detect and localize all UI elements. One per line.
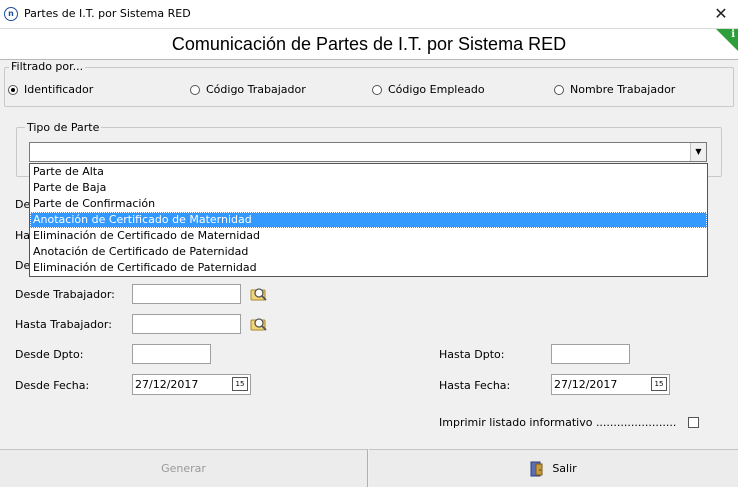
hasta-trabajador-input[interactable] [132,314,241,334]
calendar-icon[interactable]: 15 [232,377,248,391]
tipo-parte-dropdown-list[interactable]: Parte de Alta Parte de Baja Parte de Con… [29,163,708,277]
info-glyph: i [731,29,735,40]
search-icon[interactable] [250,316,268,332]
window-title: Partes de I.T. por Sistema RED [24,7,191,20]
tipo-parte-combobox[interactable]: ▼ [29,142,707,162]
radio-button[interactable] [190,84,200,95]
generar-button[interactable]: Generar [0,449,368,487]
exit-door-icon [530,461,543,476]
calendar-icon[interactable]: 15 [651,377,667,391]
date-value: 27/12/2017 [135,378,199,391]
radio-label: Código Empleado [388,83,485,96]
tipo-parte-legend: Tipo de Parte [25,121,102,134]
page-title: Comunicación de Partes de I.T. por Siste… [171,34,567,54]
header-band: Comunicación de Partes de I.T. por Siste… [0,28,738,60]
radio-label: Nombre Trabajador [570,83,676,96]
close-button[interactable]: ✕ [704,0,738,28]
hasta-dpto-input[interactable] [551,344,630,364]
chevron-down-icon[interactable]: ▼ [690,143,706,161]
radio-nombre-trabajador[interactable]: Nombre Trabajador [554,83,675,96]
app-logo-icon: n [4,7,18,21]
radio-codigo-trabajador[interactable]: Código Trabajador [190,83,306,96]
dropdown-option[interactable]: Parte de Baja [30,180,707,196]
hidden-label: De [15,198,31,211]
dropdown-option[interactable]: Parte de Confirmación [30,196,707,212]
radio-button-checked[interactable] [8,84,18,95]
radio-label: Código Trabajador [206,83,306,96]
imprimir-listado-label: Imprimir listado informativo ...........… [439,416,677,429]
imprimir-listado-checkbox[interactable] [688,417,699,428]
radio-label: Identificador [24,83,94,96]
desde-trabajador-label: Desde Trabajador: [15,288,115,301]
search-icon[interactable] [250,286,268,302]
radio-button[interactable] [554,84,564,95]
hidden-label: De [15,259,31,272]
hidden-label: Ha [15,229,31,242]
desde-dpto-input[interactable] [132,344,211,364]
desde-fecha-label: Desde Fecha: [15,379,90,392]
filter-legend: Filtrado por... [9,60,86,73]
salir-label: Salir [552,462,577,475]
dropdown-option-selected[interactable]: Anotación de Certificado de Maternidad [30,212,707,228]
salir-button[interactable]: Salir [369,449,738,487]
date-value: 27/12/2017 [554,378,618,391]
hasta-dpto-label: Hasta Dpto: [439,348,505,361]
desde-dpto-label: Desde Dpto: [15,348,84,361]
dropdown-option[interactable]: Eliminación de Certificado de Paternidad [30,260,707,276]
desde-trabajador-input[interactable] [132,284,241,304]
dropdown-option[interactable]: Anotación de Certificado de Paternidad [30,244,707,260]
generar-label: Generar [161,462,206,475]
hasta-trabajador-label: Hasta Trabajador: [15,318,112,331]
dropdown-option[interactable]: Eliminación de Certificado de Maternidad [30,228,707,244]
radio-identificador[interactable]: Identificador [8,83,93,96]
radio-button[interactable] [372,84,382,95]
hasta-fecha-label: Hasta Fecha: [439,379,511,392]
dropdown-option[interactable]: Parte de Alta [30,164,707,180]
radio-codigo-empleado[interactable]: Código Empleado [372,83,485,96]
